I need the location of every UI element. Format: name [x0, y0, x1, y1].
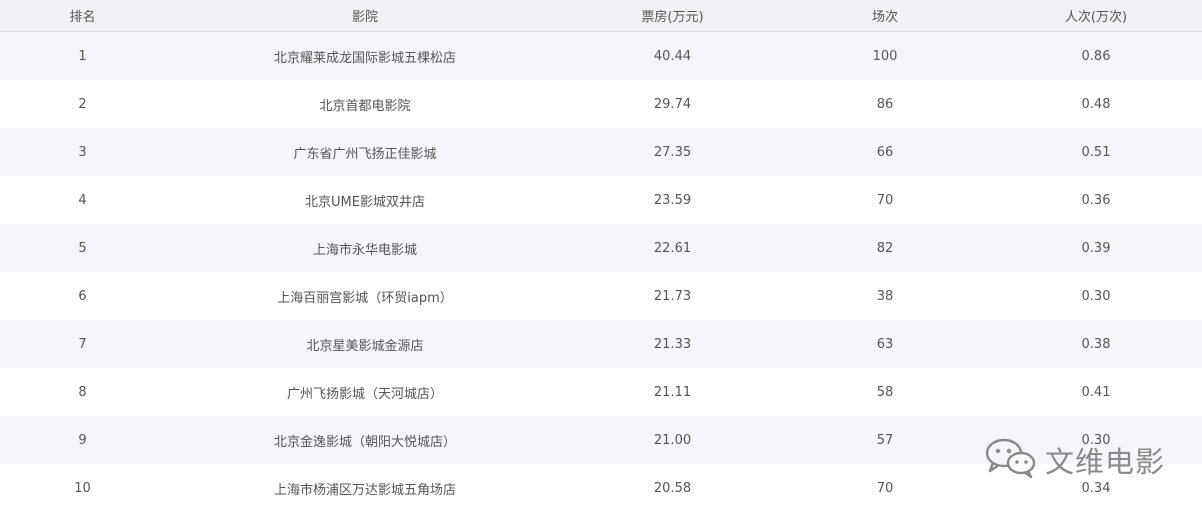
header-screenings: 场次	[780, 0, 990, 32]
cell-rank: 3	[0, 128, 165, 176]
cell-rank: 9	[0, 416, 165, 464]
table-row: 10 上海市杨浦区万达影城五角场店 20.58 70 0.34	[0, 464, 1202, 511]
cell-cinema: 广州飞扬影城（天河城店）	[165, 368, 565, 416]
header-cinema: 影院	[165, 0, 565, 32]
table-row: 5 上海市永华电影城 22.61 82 0.39	[0, 224, 1202, 272]
cell-cinema: 北京星美影城金源店	[165, 320, 565, 368]
table-header-row: 排名 影院 票房(万元) 场次 人次(万次)	[0, 0, 1202, 32]
table-row: 1 北京耀莱成龙国际影城五棵松店 40.44 100 0.86	[0, 31, 1202, 80]
cell-cinema: 上海市杨浦区万达影城五角场店	[165, 464, 565, 511]
cell-admissions: 0.34	[990, 464, 1202, 511]
cell-box-office: 21.33	[565, 320, 780, 368]
cell-screenings: 82	[780, 224, 990, 272]
cinema-ranking-table: 排名 影院 票房(万元) 场次 人次(万次) 1 北京耀莱成龙国际影城五棵松店 …	[0, 0, 1202, 511]
cell-box-office: 20.58	[565, 464, 780, 511]
cell-screenings: 70	[780, 464, 990, 511]
table-row: 9 北京金逸影城（朝阳大悦城店） 21.00 57 0.30	[0, 416, 1202, 464]
header-admissions: 人次(万次)	[990, 0, 1202, 32]
cell-admissions: 0.38	[990, 320, 1202, 368]
table-row: 8 广州飞扬影城（天河城店） 21.11 58 0.41	[0, 368, 1202, 416]
cell-cinema: 北京耀莱成龙国际影城五棵松店	[165, 31, 565, 80]
table-row: 2 北京首都电影院 29.74 86 0.48	[0, 80, 1202, 128]
cell-screenings: 63	[780, 320, 990, 368]
cell-admissions: 0.39	[990, 224, 1202, 272]
ranking-table-container: 排名 影院 票房(万元) 场次 人次(万次) 1 北京耀莱成龙国际影城五棵松店 …	[0, 0, 1202, 511]
cell-box-office: 29.74	[565, 80, 780, 128]
cell-cinema: 广东省广州飞扬正佳影城	[165, 128, 565, 176]
cell-box-office: 27.35	[565, 128, 780, 176]
cell-cinema: 上海百丽宫影城（环贸iapm）	[165, 272, 565, 320]
cell-admissions: 0.48	[990, 80, 1202, 128]
cell-cinema: 北京首都电影院	[165, 80, 565, 128]
cell-rank: 10	[0, 464, 165, 511]
cell-screenings: 38	[780, 272, 990, 320]
cell-rank: 7	[0, 320, 165, 368]
cell-cinema: 上海市永华电影城	[165, 224, 565, 272]
cell-admissions: 0.41	[990, 368, 1202, 416]
cell-cinema: 北京金逸影城（朝阳大悦城店）	[165, 416, 565, 464]
cell-admissions: 0.30	[990, 272, 1202, 320]
cell-admissions: 0.30	[990, 416, 1202, 464]
cell-rank: 2	[0, 80, 165, 128]
cell-box-office: 40.44	[565, 31, 780, 80]
header-box-office: 票房(万元)	[565, 0, 780, 32]
table-row: 4 北京UME影城双井店 23.59 70 0.36	[0, 176, 1202, 224]
cell-box-office: 21.00	[565, 416, 780, 464]
cell-rank: 4	[0, 176, 165, 224]
cell-admissions: 0.86	[990, 31, 1202, 80]
table-row: 3 广东省广州飞扬正佳影城 27.35 66 0.51	[0, 128, 1202, 176]
cell-cinema: 北京UME影城双井店	[165, 176, 565, 224]
cell-screenings: 57	[780, 416, 990, 464]
cell-rank: 1	[0, 31, 165, 80]
cell-rank: 8	[0, 368, 165, 416]
cell-screenings: 58	[780, 368, 990, 416]
cell-screenings: 66	[780, 128, 990, 176]
cell-box-office: 23.59	[565, 176, 780, 224]
cell-screenings: 86	[780, 80, 990, 128]
cell-admissions: 0.51	[990, 128, 1202, 176]
cell-admissions: 0.36	[990, 176, 1202, 224]
cell-box-office: 22.61	[565, 224, 780, 272]
cell-box-office: 21.73	[565, 272, 780, 320]
table-row: 6 上海百丽宫影城（环贸iapm） 21.73 38 0.30	[0, 272, 1202, 320]
table-row: 7 北京星美影城金源店 21.33 63 0.38	[0, 320, 1202, 368]
header-rank: 排名	[0, 0, 165, 32]
cell-rank: 5	[0, 224, 165, 272]
cell-screenings: 100	[780, 31, 990, 80]
cell-rank: 6	[0, 272, 165, 320]
cell-box-office: 21.11	[565, 368, 780, 416]
cell-screenings: 70	[780, 176, 990, 224]
